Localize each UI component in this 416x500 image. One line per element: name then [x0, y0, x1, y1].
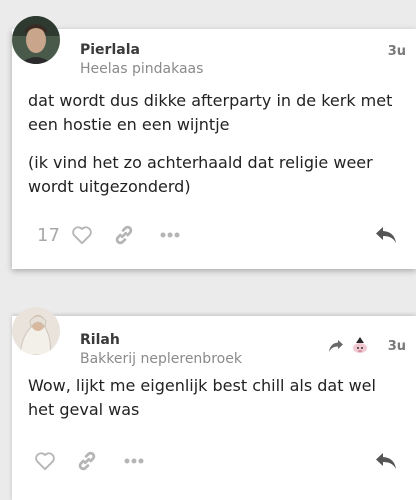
username[interactable]: Pierlala [80, 42, 140, 58]
reply-to-arrow-icon [328, 339, 344, 353]
reply-to-indicator[interactable] [328, 334, 372, 358]
link-icon[interactable] [113, 220, 135, 250]
link-icon[interactable] [76, 446, 98, 476]
like-count: 17 [37, 224, 60, 246]
post-paragraph: (ik vind het zo achterhaald dat religie … [28, 153, 373, 196]
post-actions: 17 [12, 220, 416, 250]
post-time[interactable]: 3u [388, 339, 406, 354]
avatar[interactable] [12, 307, 60, 355]
heart-icon[interactable] [71, 220, 93, 250]
user-title: Bakkerij neplerenbroek [80, 351, 242, 367]
post-body: dat wordt dus dikke afterparty in de ker… [28, 89, 402, 213]
reply-icon[interactable] [374, 220, 398, 250]
username[interactable]: Rilah [80, 332, 120, 348]
post-card: Rilah Bakkerij neplerenbroek 3u Wow, lij… [12, 307, 416, 500]
more-icon[interactable] [124, 446, 144, 476]
post-card: Pierlala Heelas pindakaas 3u dat wordt d… [12, 16, 416, 269]
post-time[interactable]: 3u [388, 44, 406, 59]
post-body: Wow, lijkt me eigenlijk best chill als d… [28, 374, 402, 436]
user-title: Heelas pindakaas [80, 61, 204, 77]
post-paragraph: dat wordt dus dikke afterparty in de ker… [28, 91, 393, 134]
heart-icon[interactable] [34, 446, 56, 476]
reply-icon[interactable] [374, 446, 398, 476]
post-actions [12, 446, 416, 476]
avatar[interactable] [12, 16, 60, 64]
replied-user-avatar [348, 334, 372, 358]
post-paragraph: Wow, lijkt me eigenlijk best chill als d… [28, 376, 376, 419]
more-icon[interactable] [160, 220, 180, 250]
